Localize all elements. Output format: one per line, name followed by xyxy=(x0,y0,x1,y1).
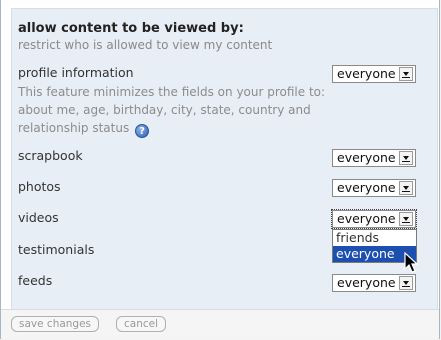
select-value: everyone xyxy=(337,150,396,165)
section-subtitle: restrict who is allowed to view my conte… xyxy=(18,38,273,52)
scrapbook-label: scrapbook xyxy=(18,148,83,163)
videos-label: videos xyxy=(18,210,59,225)
privacy-panel: allow content to be viewed by: restrict … xyxy=(0,0,440,339)
profile-information-description: This feature minimizes the fields on you… xyxy=(18,83,328,138)
select-value: everyone xyxy=(337,66,396,81)
dropdown-option-friends[interactable]: friends xyxy=(333,230,416,246)
profile-information-select[interactable]: everyone xyxy=(332,65,416,83)
select-value: everyone xyxy=(337,211,396,226)
feeds-select[interactable]: everyone xyxy=(332,274,416,292)
save-changes-button[interactable]: save changes xyxy=(11,316,100,332)
testimonials-label: testimonials xyxy=(18,242,95,257)
feeds-label: feeds xyxy=(18,273,53,288)
chevron-down-icon xyxy=(399,151,413,165)
select-value: everyone xyxy=(337,180,396,195)
mouse-pointer-icon xyxy=(404,252,419,273)
profile-information-label: profile information xyxy=(18,65,134,80)
chevron-down-icon xyxy=(399,276,413,290)
chevron-down-icon xyxy=(399,67,413,81)
scrapbook-select[interactable]: everyone xyxy=(332,149,416,167)
select-value: everyone xyxy=(337,275,396,290)
profile-description-text: This feature minimizes the fields on you… xyxy=(18,85,326,135)
cancel-button[interactable]: cancel xyxy=(116,316,167,332)
photos-select[interactable]: everyone xyxy=(332,179,416,197)
form-footer: save changes cancel xyxy=(1,309,439,339)
videos-select[interactable]: everyone xyxy=(331,209,417,229)
section-title: allow content to be viewed by: xyxy=(18,21,244,36)
chevron-down-icon xyxy=(399,181,413,195)
chevron-down-icon xyxy=(399,212,413,226)
photos-label: photos xyxy=(18,179,61,194)
help-icon[interactable]: ? xyxy=(135,124,150,138)
